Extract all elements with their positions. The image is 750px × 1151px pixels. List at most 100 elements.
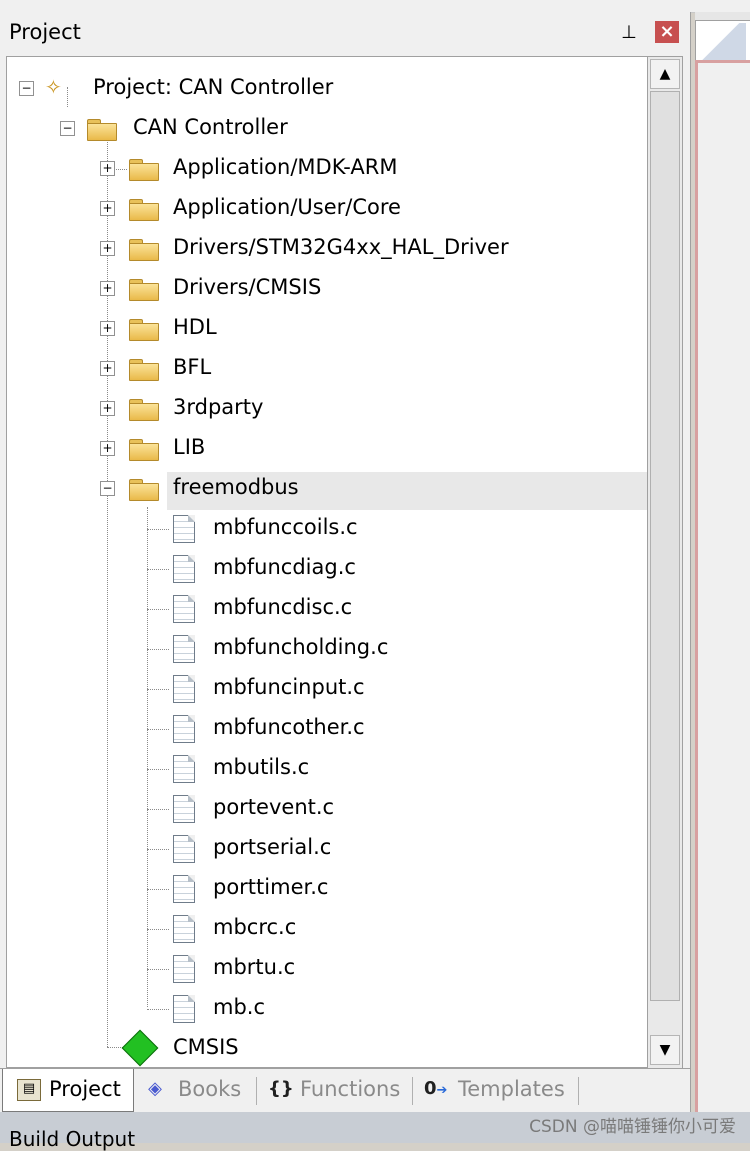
folder-icon [129,359,159,381]
file-label: mbfuncdisc.c [213,595,353,619]
c-file-icon [173,955,195,983]
collapse-icon[interactable]: − [19,81,34,96]
tab-project[interactable]: ▤ Project [2,1069,134,1112]
c-file-icon [173,995,195,1023]
c-file-icon [173,715,195,743]
c-file-icon [173,875,195,903]
open-folder-icon [129,479,159,501]
scroll-thumb[interactable] [650,91,680,1001]
file-item[interactable]: mbfuncdisc.c [7,589,647,629]
group-label: Drivers/CMSIS [173,275,322,299]
expand-icon[interactable]: + [100,241,115,256]
tab-separator [256,1077,257,1105]
target-label: CAN Controller [133,115,288,139]
file-item[interactable]: mbrtu.c [7,949,647,989]
group-item[interactable]: + HDL [7,309,647,349]
c-file-icon [173,755,195,783]
file-item[interactable]: mbfuncholding.c [7,629,647,669]
panel-titlebar: Project ⊥ × [0,12,690,52]
file-item[interactable]: mbfuncinput.c [7,669,647,709]
group-label: 3rdparty [173,395,264,419]
file-label: mbfuncother.c [213,715,365,739]
file-item[interactable]: mb.c [7,989,647,1029]
templates-icon: 0➔ [424,1078,448,1099]
tab-functions[interactable]: {} Functions [262,1069,410,1109]
c-file-icon [173,675,195,703]
file-label: portevent.c [213,795,335,819]
group-label: HDL [173,315,217,339]
file-label: porttimer.c [213,875,329,899]
editor-tab[interactable] [695,20,750,64]
file-label: mbutils.c [213,755,310,779]
tab-books[interactable]: ◈ Books [136,1069,254,1109]
scroll-down-icon[interactable]: ▼ [650,1035,680,1065]
c-file-icon [173,915,195,943]
file-label: mbfuncholding.c [213,635,389,659]
group-item-expanded[interactable]: − freemodbus [7,469,647,509]
file-label: mbfuncdiag.c [213,555,356,579]
expand-icon[interactable]: + [100,361,115,376]
group-label: LIB [173,435,206,459]
file-item[interactable]: mbfuncother.c [7,709,647,749]
expand-icon[interactable]: + [100,281,115,296]
group-item[interactable]: + BFL [7,349,647,389]
file-item[interactable]: porttimer.c [7,869,647,909]
group-label: Application/User/Core [173,195,401,219]
file-item[interactable]: mbcrc.c [7,909,647,949]
group-item[interactable]: + Drivers/STM32G4xx_HAL_Driver [7,229,647,269]
group-label: Application/MDK-ARM [173,155,398,179]
file-item[interactable]: portserial.c [7,829,647,869]
file-label: mbfuncinput.c [213,675,365,699]
tree-root[interactable]: − ✧ Project: CAN Controller [7,69,647,109]
group-item[interactable]: + LIB [7,429,647,469]
tree-target[interactable]: − CAN Controller [7,109,647,149]
group-item[interactable]: + Drivers/CMSIS [7,269,647,309]
vertical-scrollbar[interactable]: ▲ ▼ [647,56,683,1070]
file-label: portserial.c [213,835,332,859]
tab-label: Books [178,1077,242,1101]
panel-title: Project [9,20,81,44]
expand-icon[interactable]: + [100,161,115,176]
file-item[interactable]: mbfunccoils.c [7,509,647,549]
file-item[interactable]: mbutils.c [7,749,647,789]
tab-templates[interactable]: 0➔ Templates [418,1069,578,1109]
group-item[interactable]: + Application/MDK-ARM [7,149,647,189]
group-label: Drivers/STM32G4xx_HAL_Driver [173,235,509,259]
expand-icon[interactable]: + [100,201,115,216]
file-label: mbrtu.c [213,955,296,979]
folder-icon [129,159,159,181]
file-item[interactable]: portevent.c [7,789,647,829]
editor-area[interactable] [695,60,750,1115]
panel-tabs: ▤ Project ◈ Books {} Functions 0➔ Templa… [0,1068,690,1113]
folder-icon [129,399,159,421]
group-item[interactable]: + 3rdparty [7,389,647,429]
project-tree[interactable]: − ✧ Project: CAN Controller − CAN Contro… [6,56,648,1068]
pin-icon[interactable]: ⊥ [620,22,638,43]
expand-icon[interactable]: + [100,441,115,456]
watermark: CSDN @喵喵锤锤你小可爱 [529,1117,736,1137]
component-diamond-icon [121,1029,159,1067]
root-label: Project: CAN Controller [93,75,334,99]
editor-pane [695,12,750,1115]
c-file-icon [173,835,195,863]
collapse-icon[interactable]: − [60,121,75,136]
file-item[interactable]: mbfuncdiag.c [7,549,647,589]
cmsis-label: CMSIS [173,1035,239,1059]
group-item[interactable]: + Application/User/Core [7,189,647,229]
file-label: mbcrc.c [213,915,297,939]
collapse-icon[interactable]: − [100,481,115,496]
tab-label: Templates [458,1077,565,1101]
cmsis-item[interactable]: CMSIS [7,1029,647,1067]
tab-label: Functions [300,1077,401,1101]
folder-icon [129,199,159,221]
functions-icon: {} [268,1078,294,1099]
expand-icon[interactable]: + [100,401,115,416]
folder-icon [129,239,159,261]
scroll-up-icon[interactable]: ▲ [650,59,680,89]
close-icon[interactable]: × [655,21,679,43]
c-file-icon [173,595,195,623]
expand-icon[interactable]: + [100,321,115,336]
tab-label: Project [49,1077,121,1101]
project-tab-icon: ▤ [17,1079,41,1101]
books-icon: ◈ [148,1078,162,1099]
